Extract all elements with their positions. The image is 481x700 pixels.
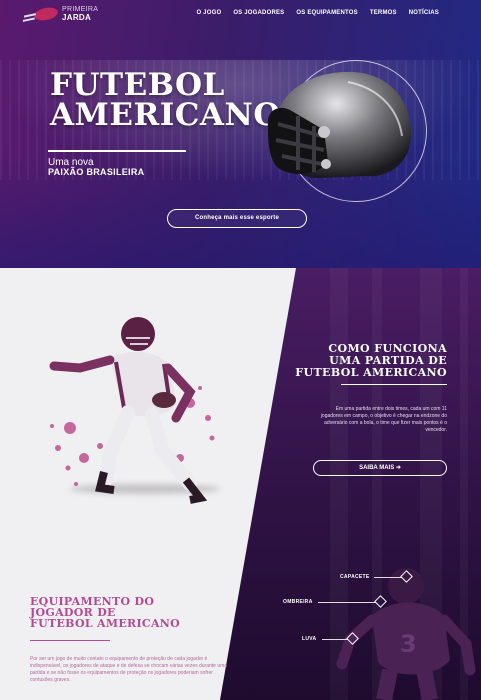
nav-item-termos[interactable]: TERMOS [370,9,397,17]
hero-subtitle-strong: PAIXÃO BRASILEIRA [48,167,145,177]
main-nav: O JOGO OS JOGADORES OS EQUIPAMENTOS TERM… [196,9,439,17]
equipment-title: EQUIPAMENTO DO JOGADOR DE FUTEBOL AMERIC… [30,596,180,629]
label-luva: LUVA [302,636,317,642]
logo-text-bottom: JARDA [62,13,92,22]
football-player-silhouette-icon: 3 [336,568,476,700]
label-line [374,577,402,578]
hero-title-line2: AMERICANO [50,97,281,133]
equipment-text: Por ser um jogo de muito contato o equip… [30,656,228,683]
content-section: COMO FUNCIONA UMA PARTIDA DE FUTEBOL AME… [0,268,481,700]
logo-text: PRIMEIRA JARDA [62,6,98,22]
hero-cta-button[interactable]: Conheça mais esse esporte [167,209,307,228]
football-helmet-icon [267,71,411,178]
how-it-works-title: COMO FUNCIONA UMA PARTIDA DE FUTEBOL AME… [295,343,447,379]
site-logo[interactable]: PRIMEIRA JARDA [30,5,110,24]
how-title-line: FUTEBOL AMERICANO [295,366,447,379]
football-player-running-icon [49,317,215,504]
label-ombreira: OMBREIRA [283,599,313,605]
hero-title-line1: FUTEBOL [50,67,225,103]
hero-section: PRIMEIRA JARDA O JOGO OS JOGADORES OS EQ… [0,0,481,268]
label-line [318,602,376,603]
nav-item-o-jogo[interactable]: O JOGO [196,9,221,17]
nav-item-os-equipamentos[interactable]: OS EQUIPAMENTOS [296,9,357,17]
how-divider [341,384,447,385]
eq-title-line: FUTEBOL AMERICANO [30,617,181,630]
football-icon [33,5,59,23]
label-line [322,639,348,640]
equipment-divider [30,640,110,641]
svg-text:3: 3 [400,630,417,658]
logo-text-top: PRIMEIRA [62,6,99,13]
hero-title: FUTEBOL AMERICANO [50,67,281,133]
nav-item-os-jogadores[interactable]: OS JOGADORES [233,9,284,17]
nav-item-noticias[interactable]: NOTÍCIAS [409,9,439,17]
label-capacete: CAPACETE [340,574,370,580]
how-it-works-text: Em uma partida entre dois times, cada um… [320,406,447,433]
saiba-mais-button[interactable]: SAIBA MAIS ➜ [313,460,447,476]
hero-divider [48,150,186,152]
